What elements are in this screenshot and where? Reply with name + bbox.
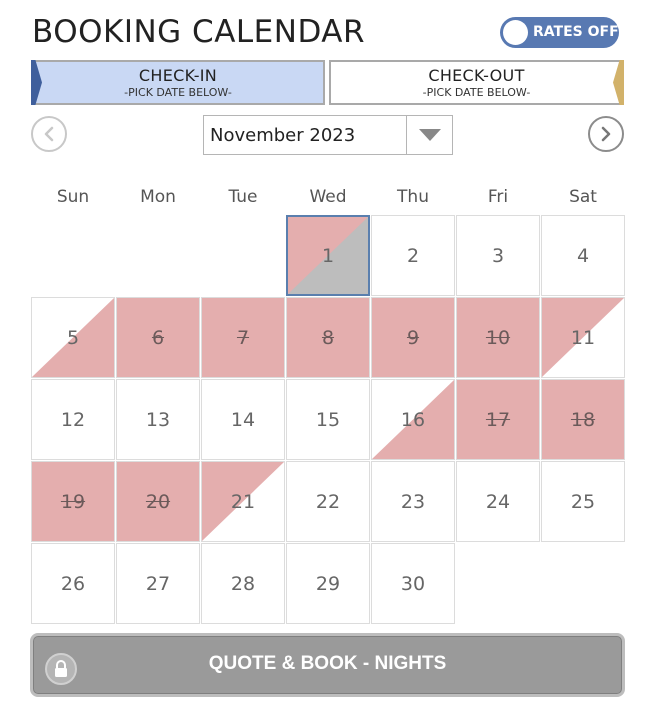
- checkin-label: CHECK-IN: [138, 66, 218, 85]
- checkin-hint: -PICK DATE BELOW-: [124, 86, 232, 99]
- month-value: November 2023: [210, 125, 356, 146]
- day-cell-25[interactable]: 25: [541, 461, 625, 542]
- day-number: 27: [145, 572, 171, 595]
- day-number: 18: [570, 408, 596, 431]
- checkout-label: CHECK-OUT: [428, 66, 525, 85]
- day-cell-18: 18: [541, 379, 625, 460]
- day-cell-4[interactable]: 4: [541, 215, 625, 296]
- day-number: 29: [315, 572, 341, 595]
- next-month-button[interactable]: [588, 116, 624, 152]
- day-number: 15: [315, 408, 341, 431]
- chevron-left-icon: [44, 126, 54, 142]
- day-cell-26[interactable]: 26: [31, 543, 115, 624]
- quote-book-button[interactable]: QUOTE & BOOK - NIGHTS: [30, 633, 625, 697]
- day-cell-30[interactable]: 30: [371, 543, 455, 624]
- page-title: BOOKING CALENDAR: [32, 14, 366, 50]
- day-cell-3[interactable]: 3: [456, 215, 540, 296]
- day-number: 23: [400, 490, 426, 513]
- weekday-wed: Wed: [309, 187, 347, 207]
- day-cell-6: 6: [116, 297, 200, 378]
- day-cell-19: 19: [31, 461, 115, 542]
- day-number: 8: [321, 326, 335, 349]
- day-number: 1: [321, 244, 335, 267]
- day-cell-10: 10: [456, 297, 540, 378]
- day-number: 12: [60, 408, 86, 431]
- day-cell-21[interactable]: 21: [201, 461, 285, 542]
- weekday-fri: Fri: [487, 187, 509, 207]
- checkout-tab[interactable]: CHECK-OUT -PICK DATE BELOW-: [329, 60, 624, 105]
- day-number: 5: [66, 326, 80, 349]
- day-cell-13[interactable]: 13: [116, 379, 200, 460]
- chevron-right-icon: [601, 126, 611, 142]
- day-cell-5[interactable]: 5: [31, 297, 115, 378]
- day-cell-12[interactable]: 12: [31, 379, 115, 460]
- day-number: 21: [230, 490, 256, 513]
- day-cell-23[interactable]: 23: [371, 461, 455, 542]
- prev-month-button[interactable]: [31, 116, 67, 152]
- day-cell-16[interactable]: 16: [371, 379, 455, 460]
- weekday-tue: Tue: [228, 187, 258, 207]
- checkout-hint: -PICK DATE BELOW-: [422, 86, 531, 99]
- day-number: 16: [400, 408, 426, 431]
- month-dropdown-button[interactable]: [406, 116, 452, 154]
- day-cell-24[interactable]: 24: [456, 461, 540, 542]
- caret-down-icon: [418, 129, 441, 141]
- day-number: 7: [236, 326, 250, 349]
- day-number: 24: [485, 490, 511, 513]
- day-number: 11: [570, 326, 596, 349]
- day-number: 3: [491, 244, 505, 267]
- day-number: 22: [315, 490, 341, 513]
- weekday-thu: Thu: [397, 187, 429, 207]
- day-cell-20: 20: [116, 461, 200, 542]
- day-number: 4: [576, 244, 590, 267]
- day-number: 28: [230, 572, 256, 595]
- weekday-sun: Sun: [56, 187, 90, 207]
- day-cell-8: 8: [286, 297, 370, 378]
- day-number: 19: [60, 490, 86, 513]
- day-number: 20: [145, 490, 171, 513]
- day-number: 30: [400, 572, 426, 595]
- day-cell-14[interactable]: 14: [201, 379, 285, 460]
- day-cell-17: 17: [456, 379, 540, 460]
- day-cell-22[interactable]: 22: [286, 461, 370, 542]
- quote-book-label: QUOTE & BOOK - NIGHTS: [208, 653, 447, 674]
- weekday-sat: Sat: [569, 187, 597, 207]
- day-number: 6: [151, 326, 165, 349]
- day-cell-27[interactable]: 27: [116, 543, 200, 624]
- rates-toggle-label: RATES OFF: [533, 24, 619, 40]
- day-cell-11[interactable]: 11: [541, 297, 625, 378]
- month-select[interactable]: November 2023: [203, 115, 453, 155]
- day-number: 2: [406, 244, 420, 267]
- day-cell-29[interactable]: 29: [286, 543, 370, 624]
- day-number: 10: [485, 326, 511, 349]
- day-number: 26: [60, 572, 86, 595]
- day-number: 14: [230, 408, 256, 431]
- day-number: 9: [406, 326, 420, 349]
- day-number: 13: [145, 408, 171, 431]
- weekday-mon: Mon: [140, 187, 176, 207]
- day-cell-7: 7: [201, 297, 285, 378]
- toggle-knob: [503, 20, 528, 45]
- checkin-tab[interactable]: CHECK-IN -PICK DATE BELOW-: [31, 60, 325, 105]
- day-number: 25: [570, 490, 596, 513]
- day-cell-2[interactable]: 2: [371, 215, 455, 296]
- day-number: 17: [485, 408, 511, 431]
- day-cell-1[interactable]: 1: [286, 215, 370, 296]
- rates-toggle[interactable]: RATES OFF: [500, 17, 619, 48]
- day-cell-15[interactable]: 15: [286, 379, 370, 460]
- day-cell-9: 9: [371, 297, 455, 378]
- day-cell-28[interactable]: 28: [201, 543, 285, 624]
